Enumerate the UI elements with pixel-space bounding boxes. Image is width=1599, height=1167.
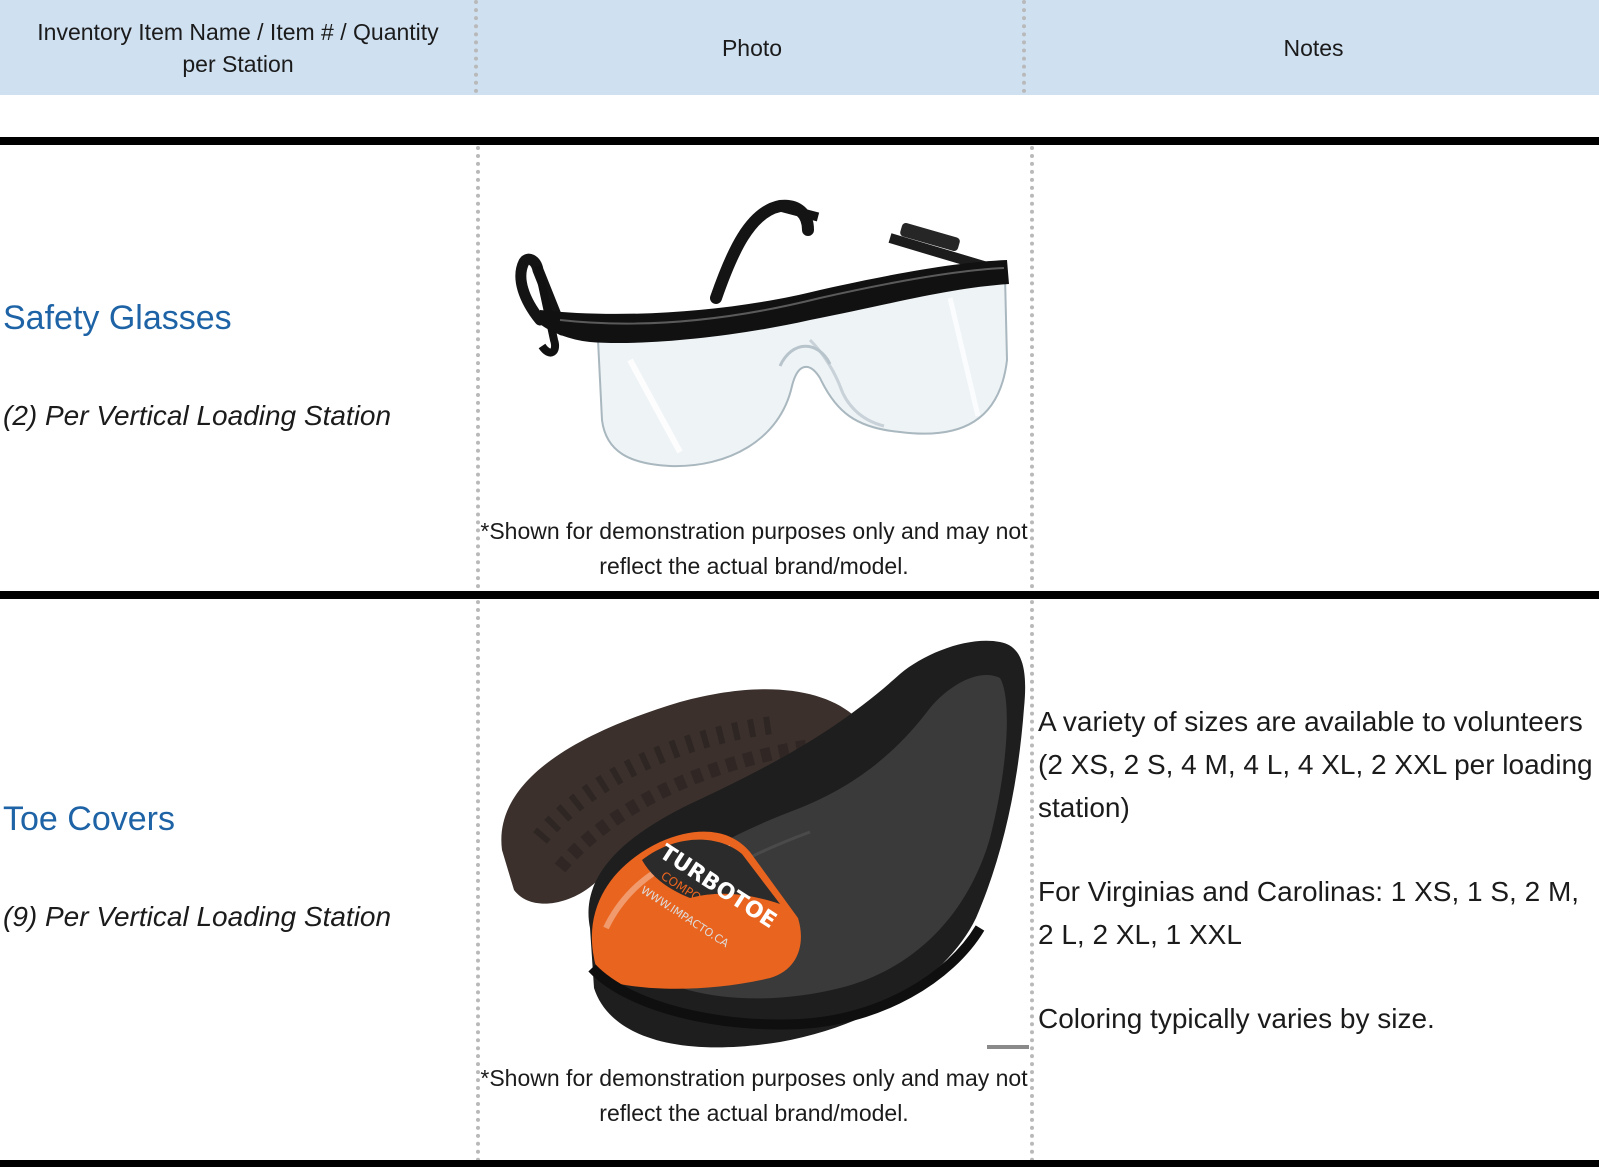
header-photo: Photo xyxy=(721,34,783,61)
item-name: Toe Covers xyxy=(3,800,175,838)
item-quantity: (9) Per Vertical Loading Station xyxy=(3,901,392,932)
item-name: Safety Glasses xyxy=(3,299,232,337)
notes-paragraph: A variety of sizes are available to volu… xyxy=(1038,706,1593,823)
header-item-name: Inventory Item Name / Item # / Quantity … xyxy=(37,18,439,77)
item-quantity: (2) Per Vertical Loading Station xyxy=(3,400,392,431)
header-divider-2 xyxy=(1022,0,1026,93)
notes-paragraph: For Virginias and Carolinas: 1 XS, 1 S, … xyxy=(1038,876,1580,950)
header-notes: Notes xyxy=(1283,34,1344,61)
row-rule xyxy=(0,591,1599,599)
table-top-rule xyxy=(0,137,1599,145)
toe-cover-notes: A variety of sizes are available to volu… xyxy=(1038,700,1593,1040)
photo-disclaimer: *Shown for demonstration purposes only a… xyxy=(480,1065,1028,1126)
photo-disclaimer: *Shown for demonstration purposes only a… xyxy=(480,518,1028,579)
toe-cover-photo: TURBOTOE COMPOSITE WWW.IMPACTO.CA xyxy=(480,628,1028,1058)
safety-glasses-photo xyxy=(480,190,1028,480)
table-header: Inventory Item Name / Item # / Quantity … xyxy=(0,0,1599,95)
notes-paragraph: Coloring typically varies by size. xyxy=(1038,1003,1435,1034)
header-divider-1 xyxy=(474,0,478,93)
row-divider-2 xyxy=(1030,146,1034,1163)
image-underline xyxy=(987,1045,1029,1049)
table-bottom-rule xyxy=(0,1160,1599,1167)
